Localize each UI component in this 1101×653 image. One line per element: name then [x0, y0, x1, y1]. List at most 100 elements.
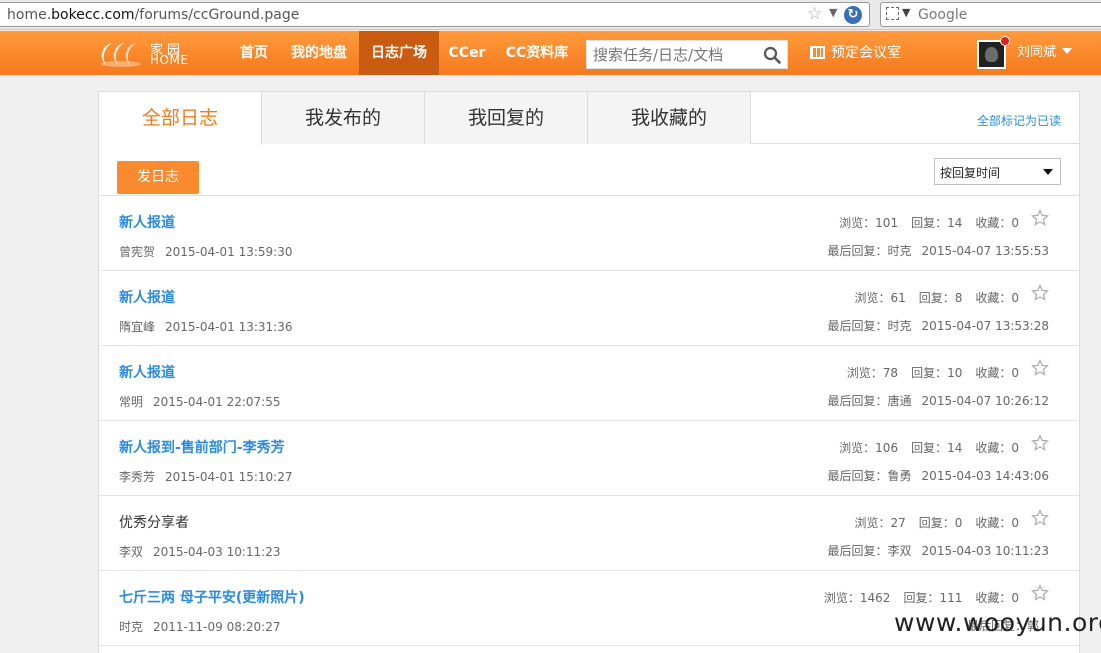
reply-count: 回复：10	[911, 366, 963, 380]
site-logo[interactable]: 家园 HOME	[98, 38, 198, 68]
post-time: 2015-04-01 15:10:27	[165, 470, 293, 484]
post-stats: 浏览：61 回复：8 收藏：0	[854, 289, 1019, 306]
chevron-down-icon[interactable]: ▼	[902, 6, 910, 19]
post-author[interactable]: 李秀芳	[119, 470, 155, 484]
post-time: 2015-04-03 10:11:23	[153, 545, 281, 559]
search-input[interactable]	[593, 44, 761, 66]
favorite-star-icon[interactable]	[1031, 584, 1049, 602]
logo-text-en: HOME	[150, 53, 189, 67]
post-time: 2015-04-01 13:31:36	[165, 320, 293, 334]
site-search	[586, 40, 788, 69]
tab-my-favorites[interactable]: 我收藏的	[588, 92, 751, 144]
post-author[interactable]: 李双	[119, 545, 143, 559]
table-row: 新人报道常明 2015-04-01 22:07:55 浏览：78 回复：10 收藏：0 最…	[99, 346, 1079, 421]
last-reply-by: 最后回复：时克	[827, 319, 912, 333]
nav-home[interactable]: 首页	[228, 31, 280, 75]
post-stats: 浏览：27 回复：0 收藏：0	[854, 514, 1019, 531]
tab-my-posts[interactable]: 我发布的	[262, 92, 425, 144]
tab-all-logs[interactable]: 全部日志	[99, 92, 262, 145]
post-stats: 浏览：1462 回复：111 收藏：0	[824, 589, 1019, 606]
post-title-link[interactable]: 新人报到-售前部门-李秀芳	[119, 437, 285, 457]
post-stats: 浏览：78 回复：10 收藏：0	[847, 364, 1019, 381]
last-reply-time: 2015-04-07 10:26:12	[921, 394, 1049, 408]
chevron-down-icon[interactable]: ▼	[829, 6, 837, 19]
reply-count: 回复：111	[903, 591, 963, 605]
post-meta: 隋宜峰 2015-04-01 13:31:36	[119, 318, 292, 335]
view-count: 浏览：106	[839, 441, 899, 455]
browser-toolbar: home.bokecc.com/forums/ccGround.page ☆ ▼…	[0, 0, 1101, 30]
last-reply: 最后回复：唐通 2015-04-07 10:26:12	[828, 392, 1049, 409]
avatar[interactable]	[977, 36, 1010, 69]
favorite-count: 收藏：0	[975, 216, 1019, 230]
favorite-count: 收藏：0	[975, 441, 1019, 455]
search-engine-icon[interactable]	[886, 7, 899, 20]
post-author[interactable]: 曾宪贺	[119, 245, 155, 259]
browser-search-bar[interactable]: ▼ Google	[880, 2, 1101, 27]
user-menu[interactable]: 刘同斌	[1017, 31, 1073, 75]
last-reply-by: 最后回复：时克	[827, 244, 912, 258]
last-reply-time: 2015-04-03 14:43:06	[921, 469, 1049, 483]
table-row: 优秀分享者 李双 2015-04-03 10:11:23 浏览：27 回复：0 收藏：0 最…	[99, 496, 1079, 571]
post-title-link[interactable]: 优秀分享者	[119, 512, 189, 532]
sort-select[interactable]: 按回复时间	[934, 158, 1061, 185]
post-meta: 李双 2015-04-03 10:11:23	[119, 543, 280, 560]
last-reply: 最后回复：鲁勇 2015-04-03 14:43:06	[828, 467, 1049, 484]
favorite-star-icon[interactable]	[1031, 509, 1049, 527]
post-meta: 常明 2015-04-01 22:07:55	[119, 393, 280, 410]
favorite-count: 收藏：0	[975, 366, 1019, 380]
last-reply-by: 最后回复：鲁勇	[827, 469, 912, 483]
tab-bar: 全部日志 我发布的 我回复的 我收藏的 全部标记为已读	[99, 92, 1079, 145]
last-reply-time: 2015-04-03 10:11:23	[921, 544, 1049, 558]
view-count: 浏览：101	[839, 216, 899, 230]
post-title-link[interactable]: 七斤三两 母子平安(更新照片)	[119, 587, 305, 607]
post-author[interactable]: 时克	[119, 620, 143, 634]
avatar-face	[985, 47, 998, 62]
post-meta: 李秀芳 2015-04-01 15:10:27	[119, 468, 292, 485]
view-count: 浏览：27	[854, 516, 906, 530]
reply-count: 回复：0	[918, 516, 963, 530]
post-time: 2015-04-01 22:07:55	[153, 395, 281, 409]
post-author[interactable]: 常明	[119, 395, 143, 409]
tab-my-replies[interactable]: 我回复的	[425, 92, 588, 144]
post-time: 2015-04-01 13:59:30	[165, 245, 293, 259]
favorite-star-icon[interactable]	[1031, 209, 1049, 227]
reply-count: 回复：14	[911, 216, 963, 230]
watermark: www.wooyun.org	[894, 608, 1101, 637]
nav-log-square[interactable]: 日志广场	[359, 31, 439, 75]
favorite-star-icon[interactable]	[1031, 284, 1049, 302]
favorite-count: 收藏：0	[975, 591, 1019, 605]
view-count: 浏览：1462	[823, 591, 891, 605]
browser-search-placeholder: Google	[918, 7, 968, 23]
post-author[interactable]: 隋宜峰	[119, 320, 155, 334]
bookmark-star-icon[interactable]: ☆	[807, 4, 822, 24]
last-reply-time: 2015-04-07 13:55:53	[921, 244, 1049, 258]
nav-ccer[interactable]: CCer	[441, 31, 493, 75]
reload-icon[interactable]: ↻	[844, 6, 862, 24]
search-icon[interactable]	[763, 46, 781, 64]
table-row: 新人报到-售前部门-李秀芳李秀芳 2015-04-01 15:10:27 浏览：10…	[99, 421, 1079, 496]
table-row: 新人报道隋宜峰 2015-04-01 13:31:36 浏览：61 回复：8 收藏：0 最…	[99, 271, 1079, 346]
favorite-star-icon[interactable]	[1031, 359, 1049, 377]
dropdown-arrow-icon	[1043, 169, 1053, 175]
reply-count: 回复：14	[911, 441, 963, 455]
book-meeting-room[interactable]: 预定会议室	[810, 31, 901, 75]
last-reply: 最后回复：李双 2015-04-03 10:11:23	[828, 542, 1049, 559]
post-title-link[interactable]: 新人报道	[119, 287, 175, 307]
sort-select-value: 按回复时间	[940, 166, 1001, 180]
favorite-count: 收藏：0	[975, 291, 1019, 305]
mark-all-read-link[interactable]: 全部标记为已读	[977, 112, 1061, 129]
post-time: 2011-11-09 08:20:27	[153, 620, 281, 634]
url-bar[interactable]: home.bokecc.com/forums/ccGround.page ☆ ▼…	[0, 2, 870, 27]
post-stats: 浏览：101 回复：14 收藏：0	[839, 214, 1019, 231]
post-meta: 曾宪贺 2015-04-01 13:59:30	[119, 243, 292, 260]
last-reply: 最后回复：时克 2015-04-07 13:55:53	[828, 242, 1049, 259]
favorite-star-icon[interactable]	[1031, 434, 1049, 452]
nav-cc-library[interactable]: CC资料库	[497, 31, 577, 75]
post-title-link[interactable]: 新人报道	[119, 212, 175, 232]
post-meta: 时克 2011-11-09 08:20:27	[119, 618, 280, 635]
calendar-icon	[810, 46, 825, 59]
new-log-button[interactable]: 发日志	[117, 161, 199, 194]
nav-my-space[interactable]: 我的地盘	[282, 31, 356, 75]
post-title-link[interactable]: 新人报道	[119, 362, 175, 382]
view-count: 浏览：78	[846, 366, 899, 380]
